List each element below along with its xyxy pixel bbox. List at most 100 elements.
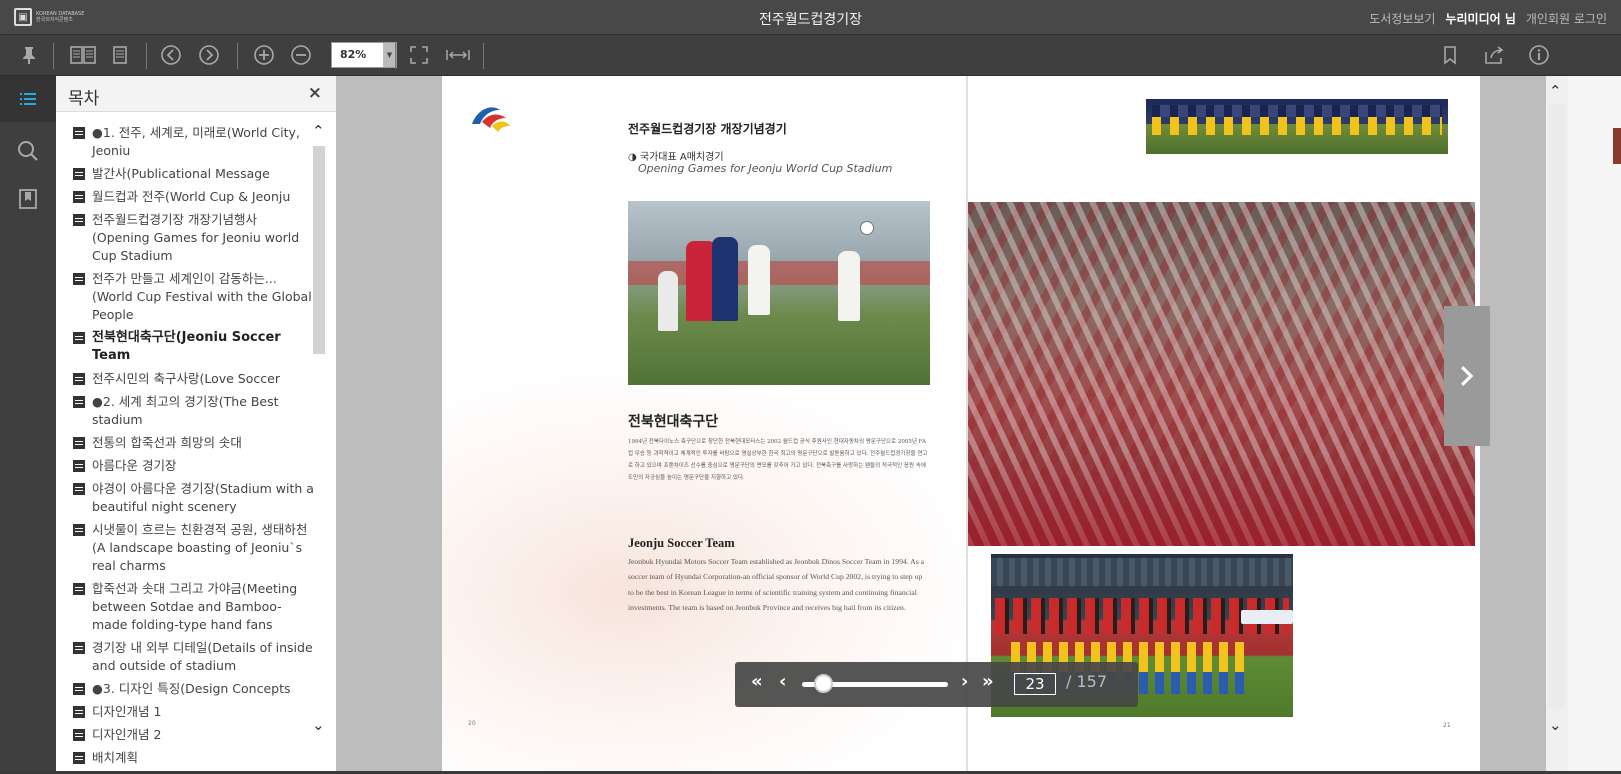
toc-item[interactable]: 전주월드컵경기장 개장기념행사(Opening Games for Jeoniu… bbox=[56, 211, 318, 265]
toc-item-label: 전통의 합죽선과 희망의 솟대 bbox=[92, 435, 242, 450]
user-name: 누리미디어 님 bbox=[1445, 12, 1516, 26]
toc-item-label: 월드컵과 전주(World Cup & Jeonju bbox=[92, 189, 291, 204]
chevron-down-icon[interactable]: ⌄ bbox=[312, 716, 325, 734]
right-edge-panel bbox=[1568, 76, 1621, 771]
soccer-match-photo bbox=[628, 201, 930, 385]
zoom-out-icon[interactable] bbox=[289, 43, 313, 67]
zoom-value: 82% bbox=[340, 48, 367, 61]
chevron-up-icon[interactable]: ⌃ bbox=[1549, 82, 1562, 100]
document-list-icon bbox=[73, 460, 85, 472]
viewer-scroll-thumb[interactable] bbox=[1549, 104, 1565, 709]
toc-item-label: 배치계획 bbox=[92, 750, 139, 765]
document-list-icon bbox=[73, 583, 85, 595]
single-page-icon[interactable] bbox=[108, 43, 132, 67]
fit-width-icon[interactable] bbox=[443, 43, 473, 67]
bookmark-panel-icon[interactable] bbox=[0, 176, 56, 222]
side-rail bbox=[0, 76, 56, 771]
toc-item-label: ●3. 디자인 특징(Design Concepts bbox=[92, 681, 291, 696]
info-icon[interactable] bbox=[1527, 43, 1551, 67]
chevron-down-icon[interactable]: ⌄ bbox=[1549, 716, 1562, 734]
fullscreen-icon[interactable] bbox=[407, 43, 431, 67]
toc-item[interactable]: 전주가 만들고 세계인이 감동하는...(World Cup Festival … bbox=[56, 270, 318, 324]
toc-item[interactable]: 디자인개념 2 bbox=[56, 726, 318, 744]
toc-scroll-thumb[interactable] bbox=[313, 146, 325, 354]
toc-item-label: 전주시민의 축구사랑(Love Soccer bbox=[92, 371, 280, 386]
toc-scrollbar[interactable]: ⌃ ⌄ bbox=[310, 122, 328, 762]
toc-item-label: 전주월드컵경기장 개장기념행사(Opening Games for Jeoniu… bbox=[92, 212, 300, 263]
viewer-scrollbar[interactable]: ⌃ ⌄ bbox=[1546, 76, 1568, 771]
toc-item[interactable]: 아름다운 경기장 bbox=[56, 457, 318, 475]
share-icon[interactable] bbox=[1482, 43, 1506, 67]
toolbar-divider bbox=[237, 43, 238, 69]
first-page-button[interactable]: « bbox=[751, 671, 763, 692]
book-info-link[interactable]: 도서정보보기 bbox=[1369, 10, 1435, 27]
toc-item[interactable]: ●3. 디자인 특징(Design Concepts bbox=[56, 680, 318, 698]
page-number-left: 20 bbox=[468, 720, 476, 727]
zoom-select[interactable]: 82% ▼ bbox=[331, 42, 397, 68]
pin-icon[interactable] bbox=[17, 43, 41, 67]
document-list-icon bbox=[73, 214, 85, 226]
last-page-button[interactable]: » bbox=[982, 671, 994, 692]
next-page-small-button[interactable]: › bbox=[961, 671, 968, 692]
toc-item[interactable]: 합죽선과 솟대 그리고 가야금(Meeting between Sotdae a… bbox=[56, 580, 318, 634]
next-circle-icon[interactable] bbox=[197, 43, 221, 67]
document-list-icon bbox=[73, 273, 85, 285]
toc-item-label: 아름다운 경기장 bbox=[92, 458, 177, 473]
edge-marker bbox=[1613, 128, 1621, 164]
team-lineup-photo-small bbox=[1146, 99, 1448, 154]
toc-list: ●1. 전주, 세계로, 미래로(World City, Jeoniu 발간사(P… bbox=[56, 124, 318, 774]
title-bar: ▣ KOREAN DATABASE 한국의지식콘텐츠 전주월드컵경기장 도서정보… bbox=[0, 0, 1621, 34]
page-heading: 전주월드컵경기장 개장기념경기 bbox=[628, 122, 787, 136]
toc-item-label: 경기장 내 외부 디테일(Details of inside and outsi… bbox=[92, 640, 313, 673]
toc-item[interactable]: 시냇물이 흐르는 친환경적 공원, 생태하천(A landscape boast… bbox=[56, 521, 318, 575]
document-list-icon bbox=[73, 752, 85, 764]
zoom-in-icon[interactable] bbox=[252, 43, 276, 67]
toc-item[interactable]: 경기장 내 외부 디테일(Details of inside and outsi… bbox=[56, 639, 318, 675]
toc-item-label: 전북현대축구단(Jeoniu Soccer Team bbox=[92, 330, 281, 363]
toc-item[interactable]: ●2. 세계 최고의 경기장(The Best stadium bbox=[56, 393, 318, 429]
toc-item-label: 발간사(Publicational Message bbox=[92, 166, 270, 181]
section-body-en: Jeonbuk Hyundai Motors Soccer Team estab… bbox=[628, 557, 925, 613]
toc-item[interactable]: 전통의 합죽선과 희망의 솟대 bbox=[56, 434, 318, 452]
login-link[interactable]: 개인회원 로그인 bbox=[1526, 10, 1607, 27]
toc-item[interactable]: 배치계획 bbox=[56, 749, 318, 767]
prev-page-button[interactable]: ‹ bbox=[779, 671, 786, 692]
toc-panel: 목차 × ●1. 전주, 세계로, 미래로(World City, Jeoniu… bbox=[56, 76, 336, 771]
toc-item-label: ●1. 전주, 세계로, 미래로(World City, Jeoniu bbox=[92, 125, 300, 158]
two-page-icon[interactable] bbox=[68, 43, 98, 67]
toc-item[interactable]: 전주시민의 축구사랑(Love Soccer bbox=[56, 370, 318, 388]
toc-item[interactable]: 디자인개념 1 bbox=[56, 703, 318, 721]
toc-title: 목차 bbox=[68, 89, 100, 109]
bookmark-icon[interactable] bbox=[1438, 43, 1462, 67]
document-list-icon bbox=[73, 191, 85, 203]
toolbar-divider bbox=[483, 43, 484, 69]
toc-item[interactable]: ●1. 전주, 세계로, 미래로(World City, Jeoniu bbox=[56, 124, 318, 160]
document-list-icon bbox=[73, 483, 85, 495]
close-icon[interactable]: × bbox=[308, 83, 322, 103]
current-page-input[interactable]: 23 bbox=[1014, 673, 1056, 695]
crowd-cheering-photo bbox=[968, 202, 1475, 546]
toolbar-divider bbox=[53, 43, 54, 69]
stadium-logo-icon bbox=[472, 107, 510, 132]
next-page-button[interactable] bbox=[1444, 306, 1490, 446]
document-list-icon bbox=[73, 683, 85, 695]
chevron-up-icon[interactable]: ⌃ bbox=[312, 122, 325, 140]
toc-item[interactable]: 발간사(Publicational Message bbox=[56, 165, 318, 183]
prev-circle-icon[interactable] bbox=[159, 43, 183, 67]
toc-item[interactable]: 월드컵과 전주(World Cup & Jeonju bbox=[56, 188, 318, 206]
document-list-icon bbox=[73, 373, 85, 385]
toc-item-label: 디자인개념 1 bbox=[92, 704, 162, 719]
toc-item-label: 시냇물이 흐르는 친환경적 공원, 생태하천(A landscape boast… bbox=[92, 522, 308, 573]
toc-list-icon[interactable] bbox=[0, 76, 56, 122]
page-subheading: ◑ 국가대표 A매치경기 bbox=[628, 152, 724, 163]
search-icon[interactable] bbox=[0, 128, 56, 174]
toc-item-label: 야경이 아름다운 경기장(Stadium with a beautiful ni… bbox=[92, 481, 314, 514]
chevron-right-icon bbox=[1461, 366, 1474, 386]
document-list-icon bbox=[73, 524, 85, 536]
toc-item[interactable]: 전북현대축구단(Jeoniu Soccer Team bbox=[56, 329, 318, 365]
document-list-icon bbox=[73, 729, 85, 741]
toolbar-divider bbox=[146, 43, 147, 69]
toc-item[interactable]: 야경이 아름다운 경기장(Stadium with a beautiful ni… bbox=[56, 480, 318, 516]
page-slider-handle[interactable] bbox=[813, 674, 833, 693]
document-list-icon bbox=[73, 396, 85, 408]
